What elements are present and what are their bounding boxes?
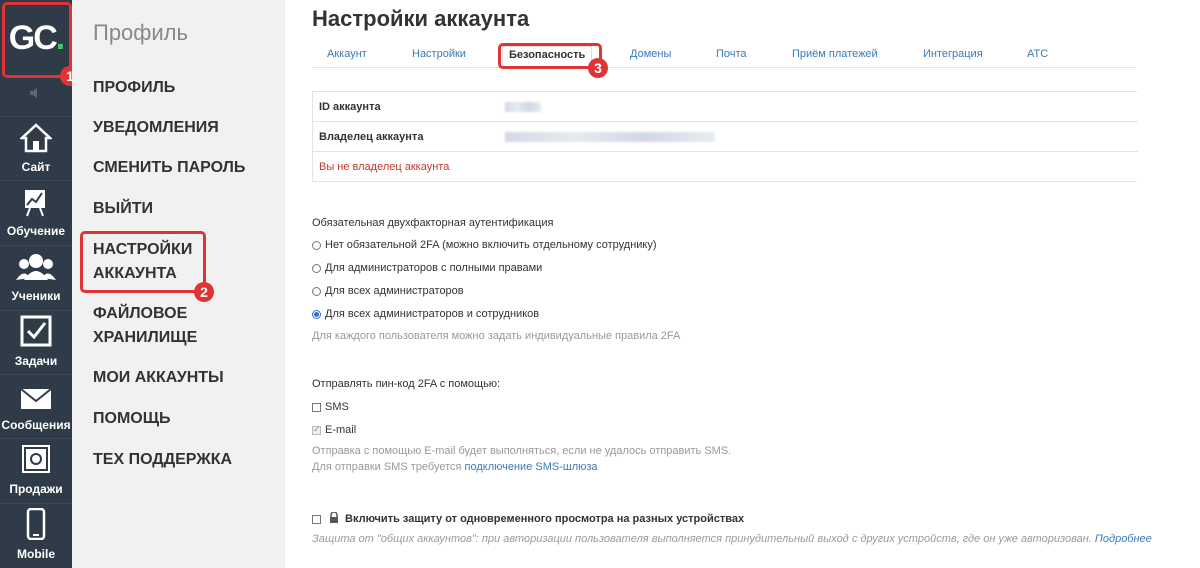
account-owner-value-blurred bbox=[505, 132, 715, 142]
profile-menu-my-accounts[interactable]: МОИ АККАУНТЫ bbox=[93, 366, 224, 390]
step-badge-2: 2 bbox=[194, 282, 214, 302]
pin-note-sms: Для отправки SMS требуется подключение S… bbox=[312, 461, 598, 473]
nav-label: Продажи bbox=[9, 482, 63, 496]
device-protection-option[interactable]: Включить защиту от одновременного просмо… bbox=[312, 511, 745, 526]
menu-line: ХРАНИЛИЩЕ bbox=[93, 329, 198, 346]
tab-ats[interactable]: АТС bbox=[1027, 48, 1048, 60]
description-text: Защита от "общих аккаунтов": при авториз… bbox=[312, 533, 1092, 545]
radio-button[interactable] bbox=[312, 263, 321, 273]
nav-label: Задачи bbox=[14, 354, 58, 368]
account-owner-row: Владелец аккаунта bbox=[313, 122, 1138, 152]
tab-mail[interactable]: Почта bbox=[716, 48, 747, 60]
step-badge-3: 3 bbox=[588, 58, 608, 78]
account-owner-label: Владелец аккаунта bbox=[319, 131, 424, 143]
profile-menu-profile[interactable]: ПРОФИЛЬ bbox=[93, 76, 175, 100]
nav-item-tasks[interactable]: Задачи bbox=[0, 310, 72, 374]
speaker-icon bbox=[28, 86, 44, 105]
sms-checkbox[interactable] bbox=[312, 402, 321, 412]
main-content: Настройки аккаунта Аккаунт Настройки Без… bbox=[285, 0, 1200, 568]
tab-integration[interactable]: Интеграция bbox=[923, 48, 983, 60]
tab-account[interactable]: Аккаунт bbox=[327, 48, 367, 60]
pin-note-email: Отправка с помощью E-mail будет выполнят… bbox=[312, 445, 732, 457]
logo-highlight bbox=[2, 2, 72, 78]
envelope-icon bbox=[20, 387, 52, 418]
device-protection-description: Защита от "общих аккаунтов": при авториз… bbox=[312, 533, 1152, 545]
twofa-option-all-admins[interactable]: Для всех администраторов bbox=[312, 285, 464, 297]
profile-menu-file-storage[interactable]: ФАЙЛОВОЕ ХРАНИЛИЩЕ bbox=[93, 302, 197, 350]
nav-label: Mobile bbox=[17, 547, 55, 561]
pin-email-option: E-mail bbox=[312, 424, 356, 436]
owner-warning-row: Вы не владелец аккаунта bbox=[313, 152, 1138, 182]
lock-icon bbox=[329, 511, 339, 526]
twofa-option-none[interactable]: Нет обязательной 2FA (можно включить отд… bbox=[312, 239, 657, 251]
twofa-hint: Для каждого пользователя можно задать ин… bbox=[312, 330, 681, 342]
email-checkbox-disabled bbox=[312, 424, 321, 435]
home-icon bbox=[18, 123, 54, 160]
nav-item-mobile[interactable]: Mobile bbox=[0, 503, 72, 567]
option-label: Для всех администраторов и сотрудников bbox=[325, 308, 540, 320]
nav-label: Сообщения bbox=[1, 418, 71, 432]
profile-menu-change-password[interactable]: СМЕНИТЬ ПАРОЛЬ bbox=[93, 156, 245, 180]
twofa-heading: Обязательная двухфакторная аутентификаци… bbox=[312, 217, 554, 229]
nav-label: Ученики bbox=[11, 289, 61, 303]
twofa-option-full-admins[interactable]: Для администраторов с полными правами bbox=[312, 262, 542, 274]
profile-menu-notifications[interactable]: УВЕДОМЛЕНИЯ bbox=[93, 116, 219, 140]
security-tab-highlight bbox=[498, 43, 602, 69]
users-icon bbox=[16, 252, 56, 289]
more-info-link[interactable]: Подробнее bbox=[1095, 533, 1152, 545]
option-label: Для администраторов с полными правами bbox=[325, 262, 543, 274]
mute-toggle[interactable] bbox=[0, 82, 72, 108]
twofa-option-admins-and-staff[interactable]: Для всех администраторов и сотрудников bbox=[312, 308, 539, 320]
account-id-row: ID аккаунта bbox=[313, 92, 1138, 122]
nav-item-messages[interactable]: Сообщения bbox=[0, 374, 72, 438]
profile-menu-support[interactable]: ТЕХ ПОДДЕРЖКА bbox=[93, 448, 232, 472]
radio-button-selected[interactable] bbox=[312, 309, 321, 319]
nav-item-learning[interactable]: Обучение bbox=[0, 180, 72, 244]
option-label: Для всех администраторов bbox=[325, 285, 464, 297]
checkbox-icon bbox=[20, 315, 52, 354]
tab-settings[interactable]: Настройки bbox=[412, 48, 466, 60]
option-label: E-mail bbox=[325, 424, 357, 436]
nav-item-sales[interactable]: Продажи bbox=[0, 438, 72, 502]
nav-label: Сайт bbox=[21, 160, 51, 174]
chart-board-icon bbox=[22, 187, 50, 224]
account-id-value-blurred bbox=[505, 102, 541, 112]
device-protection-label: Включить защиту от одновременного просмо… bbox=[345, 513, 745, 525]
tab-payments[interactable]: Приём платежей bbox=[792, 48, 878, 60]
sms-gateway-link[interactable]: подключение SMS-шлюза bbox=[465, 461, 598, 473]
account-id-label: ID аккаунта bbox=[319, 101, 381, 113]
page-title: Настройки аккаунта bbox=[312, 6, 530, 31]
note-prefix: Для отправки SMS требуется bbox=[312, 461, 465, 473]
device-protection-checkbox[interactable] bbox=[312, 514, 321, 524]
radio-button[interactable] bbox=[312, 240, 321, 250]
profile-menu-help[interactable]: ПОМОЩЬ bbox=[93, 407, 171, 431]
account-settings-highlight bbox=[80, 231, 206, 293]
menu-line: ФАЙЛОВОЕ bbox=[93, 305, 188, 322]
radio-button[interactable] bbox=[312, 286, 321, 296]
safe-icon bbox=[20, 443, 52, 482]
option-label: SMS bbox=[325, 401, 349, 413]
phone-icon bbox=[26, 507, 46, 547]
profile-title: Профиль bbox=[93, 20, 188, 45]
owner-warning-text: Вы не владелец аккаунта bbox=[319, 161, 450, 173]
pin-sms-option[interactable]: SMS bbox=[312, 401, 349, 413]
left-navigation: GC. Сайт Обучение Ученики Задачи Сообщен… bbox=[0, 0, 72, 568]
nav-label: Обучение bbox=[6, 224, 66, 238]
settings-tabs: Аккаунт Настройки Безопасность Домены По… bbox=[312, 44, 1136, 68]
option-label: Нет обязательной 2FA (можно включить отд… bbox=[325, 239, 657, 251]
nav-item-students[interactable]: Ученики bbox=[0, 245, 72, 309]
nav-item-site[interactable]: Сайт bbox=[0, 116, 72, 180]
pin-heading: Отправлять пин-код 2FA с помощью: bbox=[312, 378, 501, 390]
profile-menu-logout[interactable]: ВЫЙТИ bbox=[93, 197, 153, 221]
account-info-table: ID аккаунта Владелец аккаунта Вы не влад… bbox=[312, 91, 1138, 182]
tab-domains[interactable]: Домены bbox=[630, 48, 671, 60]
